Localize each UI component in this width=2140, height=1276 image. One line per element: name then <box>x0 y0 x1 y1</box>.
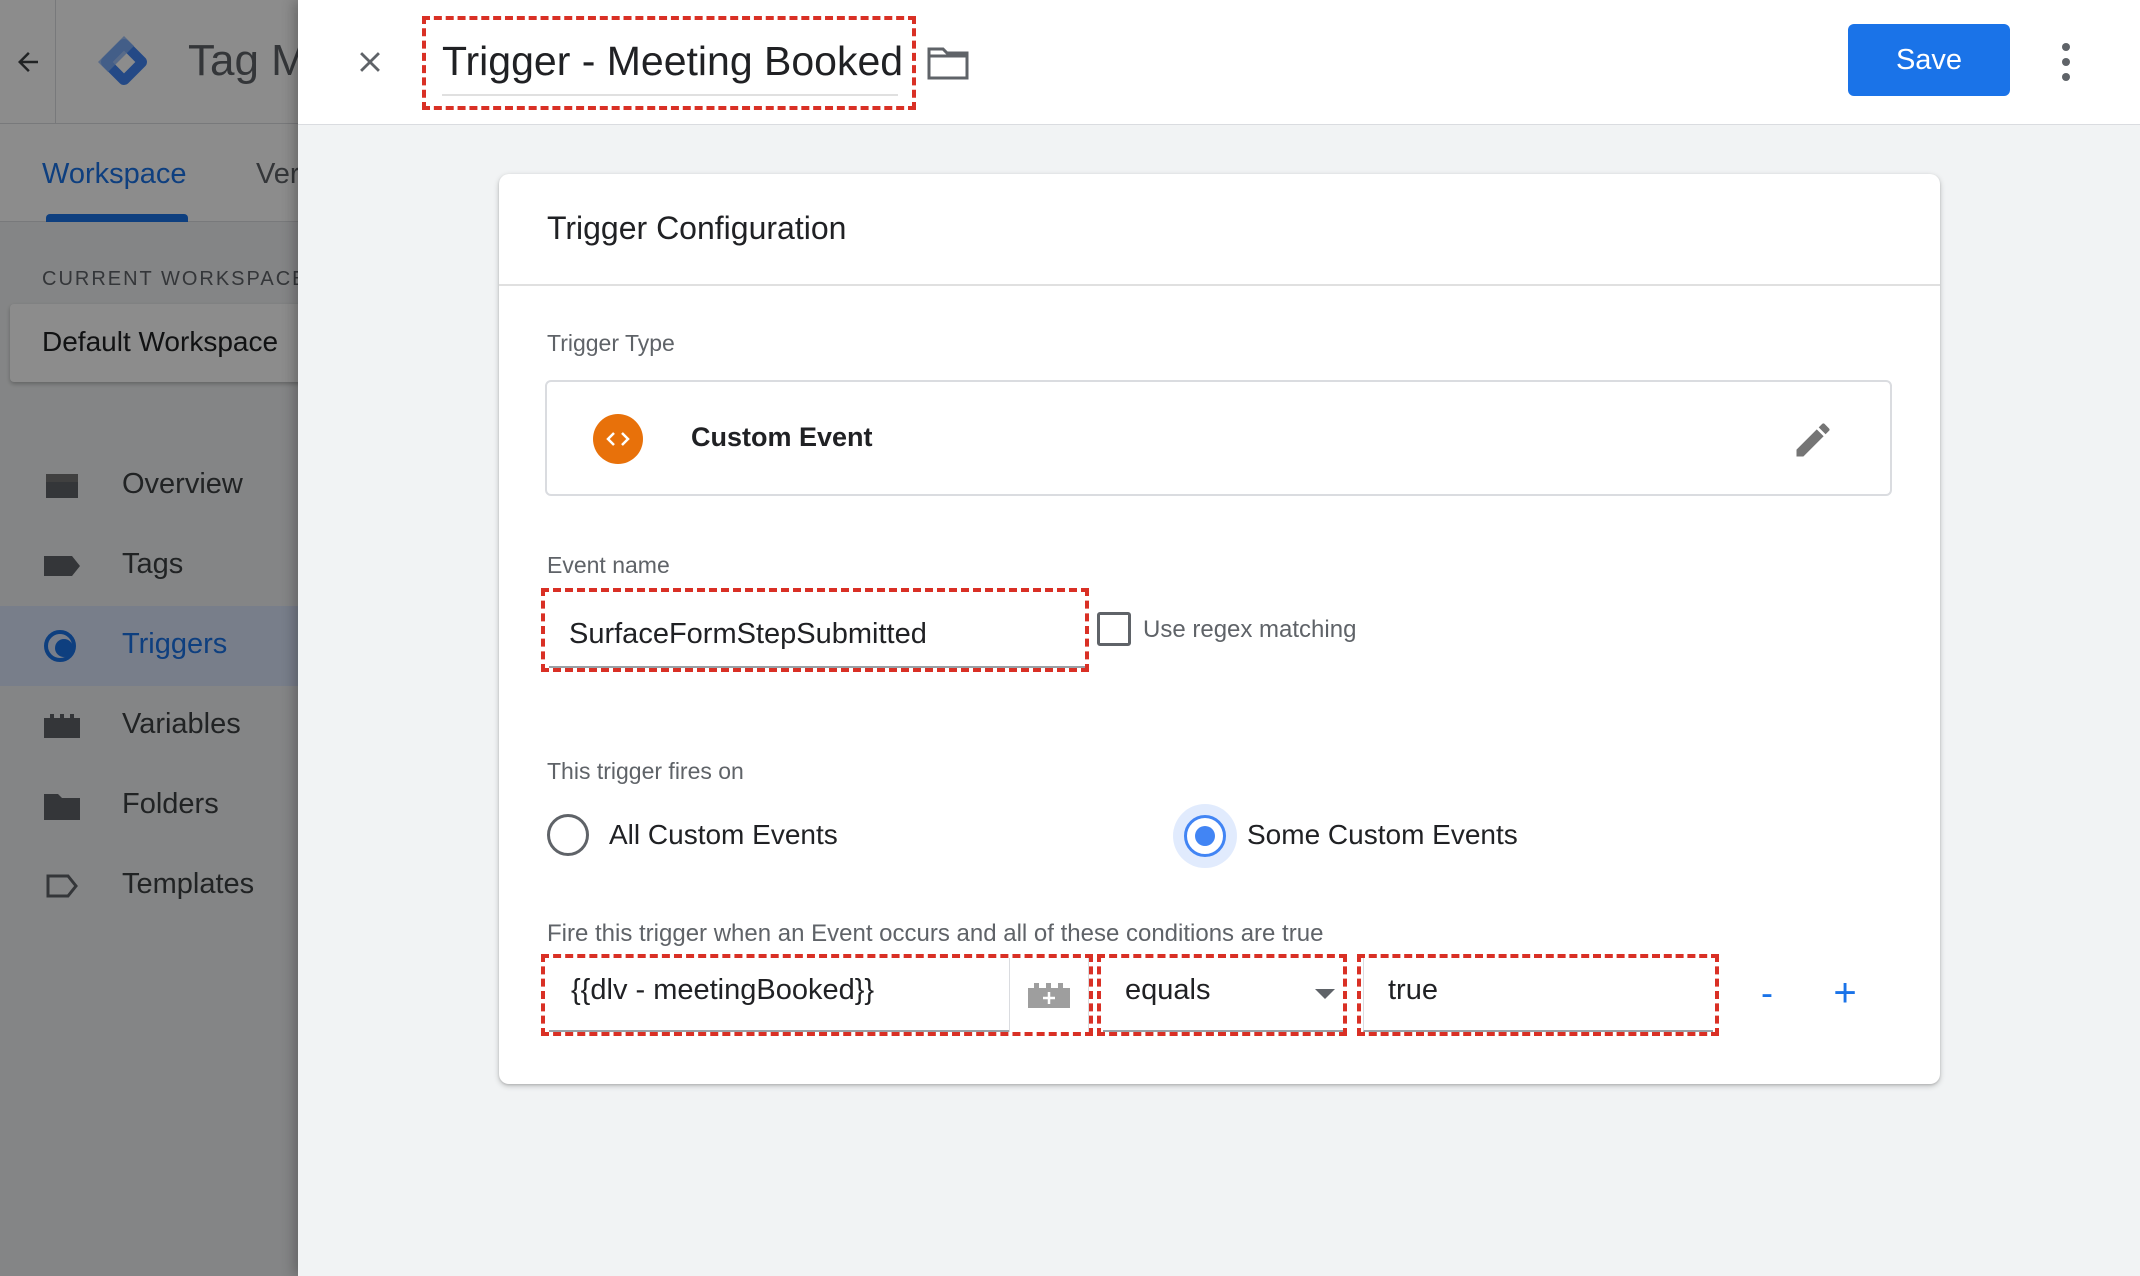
event-name-input[interactable] <box>549 592 1085 668</box>
more-vert-dot <box>2062 58 2070 66</box>
conditions-label: Fire this trigger when an Event occurs a… <box>547 920 1324 947</box>
event-name-label: Event name <box>547 552 670 578</box>
operator-value: equals <box>1125 974 1211 1006</box>
dropdown-arrow-icon <box>1315 989 1335 999</box>
trigger-type-selector[interactable]: Custom Event <box>545 380 1892 496</box>
trigger-name-field[interactable]: Trigger - Meeting Booked <box>442 38 903 85</box>
condition-variable-field[interactable]: {{dlv - meetingBooked}} <box>549 958 1009 1032</box>
radio-all-custom-events[interactable] <box>547 814 589 856</box>
card-title: Trigger Configuration <box>547 210 847 246</box>
add-variable-icon <box>1028 983 1070 1008</box>
more-options-button[interactable] <box>2054 38 2078 86</box>
radio-some-label[interactable]: Some Custom Events <box>1247 819 1518 851</box>
folder-icon[interactable] <box>926 44 970 82</box>
regex-checkbox[interactable] <box>1097 612 1131 646</box>
fires-on-label: This trigger fires on <box>547 758 744 784</box>
save-button[interactable]: Save <box>1848 24 2010 96</box>
condition-operator-select[interactable]: equals <box>1103 958 1343 1032</box>
more-vert-icon <box>2062 43 2070 51</box>
trigger-editor-panel: Trigger - Meeting Booked Save Trigger Co… <box>298 0 2140 1276</box>
close-button[interactable] <box>346 38 394 86</box>
trigger-type-label: Trigger Type <box>547 330 675 356</box>
add-condition-button[interactable]: + <box>1825 968 1865 1018</box>
regex-checkbox-label[interactable]: Use regex matching <box>1143 616 1356 644</box>
more-vert-dot <box>2062 73 2070 81</box>
close-icon <box>360 52 380 72</box>
remove-condition-button[interactable]: - <box>1747 968 1787 1018</box>
trigger-type-name: Custom Event <box>691 422 873 452</box>
custom-event-icon <box>593 414 643 464</box>
trigger-configuration-card: Trigger Configuration Trigger Type Custo… <box>499 174 1940 1084</box>
radio-all-label[interactable]: All Custom Events <box>609 819 838 851</box>
title-underline <box>442 94 898 96</box>
radio-some-custom-events[interactable] <box>1184 815 1226 857</box>
panel-header: Trigger - Meeting Booked Save <box>298 0 2140 125</box>
pencil-icon[interactable] <box>1791 418 1835 462</box>
condition-value-field[interactable]: true <box>1363 958 1713 1032</box>
divider <box>499 284 1940 286</box>
variable-picker-button[interactable] <box>1009 958 1089 1032</box>
